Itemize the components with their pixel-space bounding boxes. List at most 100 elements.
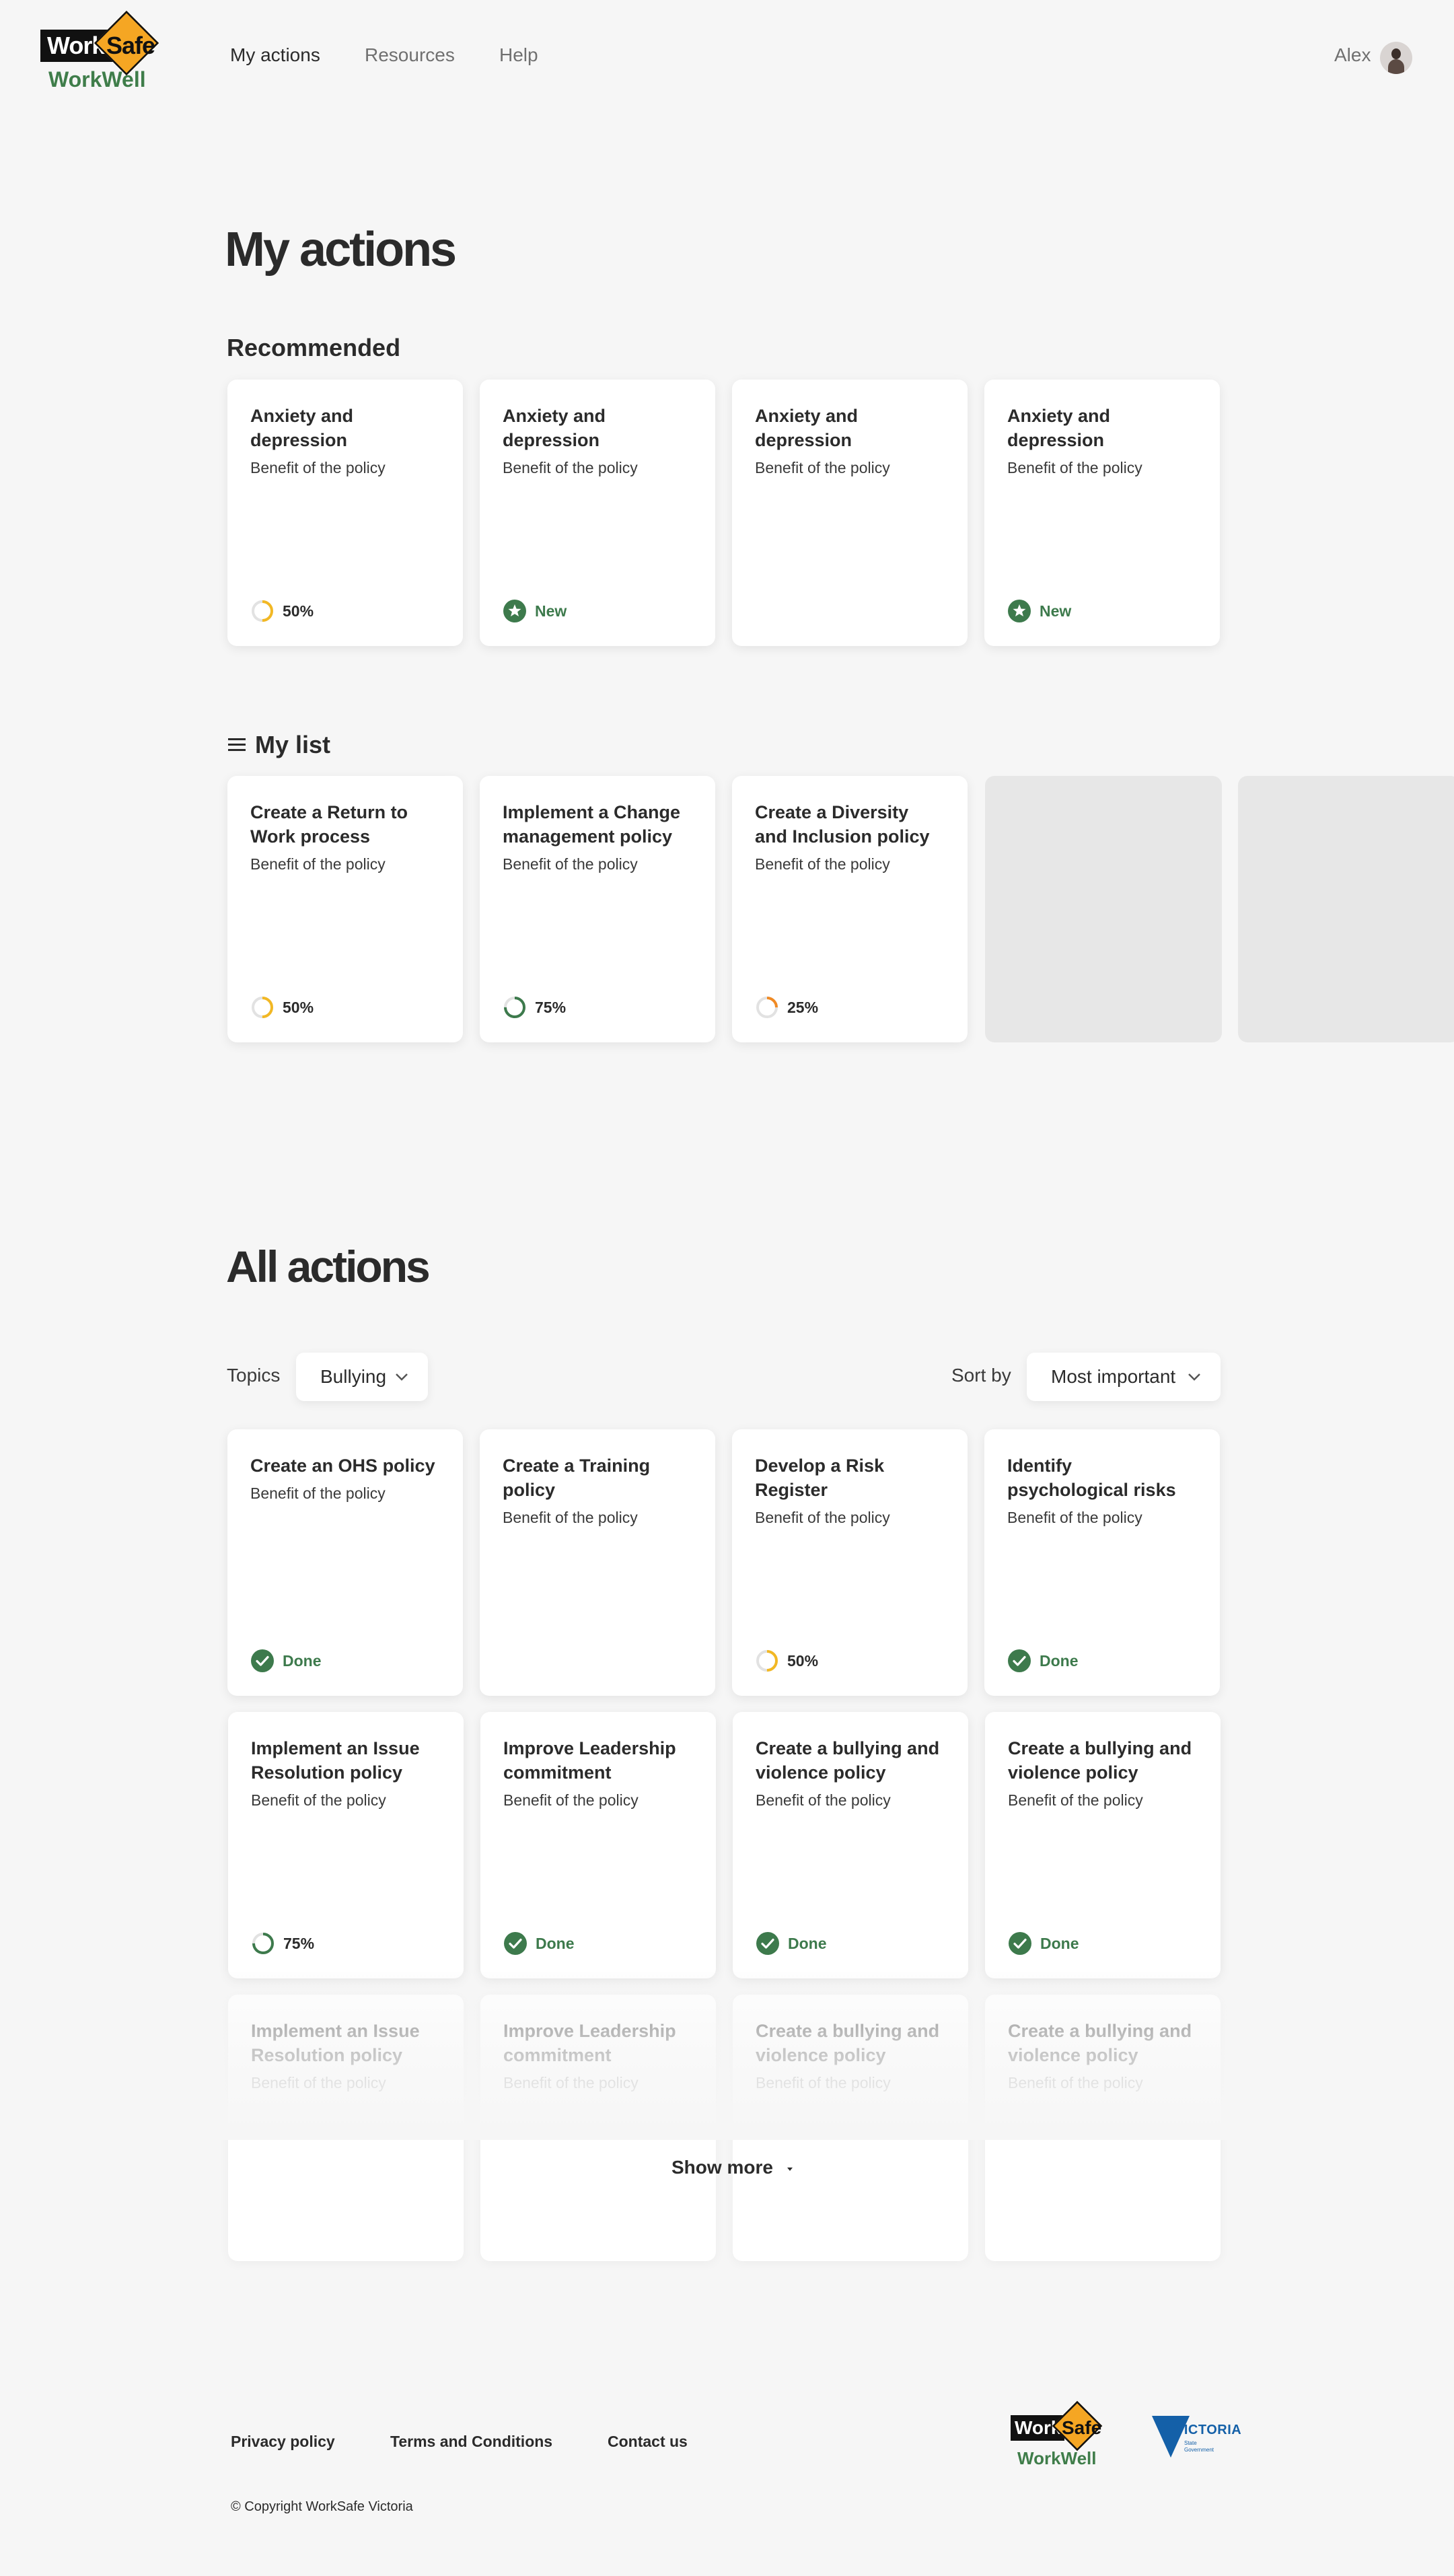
check-circle-icon: [1009, 1932, 1031, 1955]
footer-contact-link[interactable]: Contact us: [608, 2433, 688, 2451]
avatar[interactable]: [1380, 42, 1412, 74]
action-card[interactable]: Implement a Change management policy Bene…: [480, 776, 715, 1042]
card-subtitle: Benefit of the policy: [503, 1509, 638, 1526]
user-name[interactable]: Alex: [1334, 44, 1371, 66]
card-subtitle: Benefit of the policy: [250, 1484, 386, 1502]
card-title: Implement an Issue Resolution policy: [251, 1738, 420, 1783]
topics-select[interactable]: Bullying: [296, 1353, 428, 1401]
card-subtitle: Benefit of the policy: [755, 459, 890, 476]
card-status: New: [503, 599, 567, 623]
card-status: 75%: [251, 1931, 314, 1956]
progress-ring-icon: [756, 997, 778, 1018]
action-card[interactable]: Improve Leadership commitment Benefit of …: [480, 1712, 716, 1978]
card-title: Identify psychological risks: [1007, 1456, 1176, 1500]
card-subtitle: Benefit of the policy: [250, 459, 386, 476]
card-title: Anxiety and depression: [1007, 406, 1111, 450]
card-title: Anxiety and depression: [755, 406, 859, 450]
card-status-label: New: [535, 602, 567, 620]
action-card[interactable]: Anxiety and depression Benefit of the pol…: [227, 380, 463, 646]
check-circle-icon: [756, 1932, 779, 1955]
action-card[interactable]: Implement an Issue Resolution policy Bene…: [228, 1712, 464, 1978]
action-card[interactable]: Anxiety and depression Benefit of the pol…: [480, 380, 715, 646]
page-title: My actions: [225, 223, 457, 277]
card-title: Create a bullying and violence policy: [756, 1738, 940, 1783]
progress-ring-icon: [252, 997, 273, 1018]
card-status: Done: [1007, 1649, 1079, 1673]
card-subtitle: Benefit of the policy: [503, 1791, 639, 1809]
progress-ring-icon: [504, 997, 525, 1018]
card-status: New: [1007, 599, 1071, 623]
chevron-down-icon: [1188, 1373, 1200, 1381]
card-status-label: 25%: [787, 998, 819, 1016]
card-title: Anxiety and depression: [503, 406, 606, 450]
check-circle-icon: [1008, 1649, 1031, 1672]
star-icon: [503, 600, 526, 622]
topics-select-value: Bullying: [320, 1366, 387, 1387]
card-status-label: 75%: [535, 998, 567, 1016]
show-more-button[interactable]: Show more: [671, 2157, 795, 2178]
card-status: 75%: [503, 995, 566, 1019]
card-status: 50%: [250, 995, 314, 1019]
recommended-heading: Recommended: [227, 334, 401, 361]
card-title: Create a Diversity and Inclusion policy: [755, 802, 930, 847]
card-status-label: Done: [1040, 1651, 1079, 1670]
victoria-wordmark: VICTORIA: [1175, 2423, 1242, 2437]
action-card[interactable]: Create a bullying and violence policy Ben…: [985, 1712, 1221, 1978]
action-card[interactable]: Anxiety and depression Benefit of the pol…: [984, 380, 1220, 646]
card-status: Done: [503, 1931, 575, 1956]
card-status-label: 50%: [283, 602, 314, 620]
action-card[interactable]: Identify psychological risks Benefit of t…: [984, 1429, 1220, 1696]
action-card[interactable]: Develop a Risk Register Benefit of the po…: [732, 1429, 968, 1696]
card-status-label: Done: [536, 1934, 575, 1952]
action-card[interactable]: Create a Diversity and Inclusion policy B…: [732, 776, 968, 1042]
card-status: Done: [250, 1649, 322, 1673]
progress-ring-icon: [252, 1933, 274, 1954]
all-actions-title: All actions: [226, 1242, 431, 1291]
action-card[interactable]: Create a Return to Work process Benefit o…: [227, 776, 463, 1042]
card-subtitle: Benefit of the policy: [755, 1509, 890, 1526]
card-title: Implement a Change management policy: [503, 802, 681, 847]
card-subtitle: Benefit of the policy: [1008, 1791, 1143, 1809]
card-subtitle: Benefit of the policy: [756, 1791, 891, 1809]
nav-my-actions[interactable]: My actions: [230, 44, 320, 66]
card-title: Create an OHS policy: [250, 1456, 435, 1476]
progress-ring-icon: [252, 600, 273, 622]
action-card[interactable]: Create an OHS policy Benefit of the polic…: [227, 1429, 463, 1696]
footer-privacy-link[interactable]: Privacy policy: [231, 2433, 335, 2451]
logo-safe-text: Safe: [106, 32, 155, 59]
card-status-label: New: [1040, 602, 1072, 620]
topics-label: Topics: [227, 1365, 281, 1386]
card-status: Done: [1008, 1931, 1079, 1956]
sort-select[interactable]: Most important: [1027, 1353, 1221, 1401]
action-card[interactable]: Create a bullying and violence policy Ben…: [733, 1712, 968, 1978]
chevron-down-icon: [396, 1373, 408, 1381]
progress-ring-icon: [756, 1650, 778, 1672]
card-status: Done: [756, 1931, 827, 1956]
card-status-label: 75%: [283, 1934, 315, 1952]
sort-select-value: Most important: [1051, 1366, 1176, 1387]
nav-help[interactable]: Help: [499, 44, 538, 66]
fade-overlay: [215, 1972, 1238, 2140]
nav-resources[interactable]: Resources: [365, 44, 455, 66]
card-title: Create a bullying and violence policy: [1008, 1738, 1192, 1783]
card-status: 50%: [250, 599, 314, 623]
sort-label: Sort by: [951, 1365, 1011, 1386]
card-status-label: Done: [283, 1651, 322, 1670]
card-status: 50%: [755, 1649, 818, 1673]
check-circle-icon: [251, 1649, 274, 1672]
footer-terms-link[interactable]: Terms and Conditions: [390, 2433, 552, 2451]
my-list-heading: My list: [227, 731, 330, 759]
card-title: Create a Return to Work process: [250, 802, 408, 847]
check-circle-icon: [504, 1932, 527, 1955]
card-title: Develop a Risk Register: [755, 1456, 885, 1500]
card-subtitle: Benefit of the policy: [1007, 1509, 1142, 1526]
card-subtitle: Benefit of the policy: [503, 459, 638, 476]
card-subtitle: Benefit of the policy: [1007, 459, 1142, 476]
card-subtitle: Benefit of the policy: [250, 855, 386, 873]
footer-logo-safe: Safe: [1062, 2417, 1102, 2438]
card-subtitle: Benefit of the policy: [251, 1791, 386, 1809]
my-list-title: My list: [255, 731, 331, 758]
action-card[interactable]: Anxiety and depression Benefit of the pol…: [732, 380, 968, 646]
action-card[interactable]: Create a Training policy Benefit of the p…: [480, 1429, 715, 1696]
victoria-subtext: State Government: [1184, 2440, 1214, 2453]
